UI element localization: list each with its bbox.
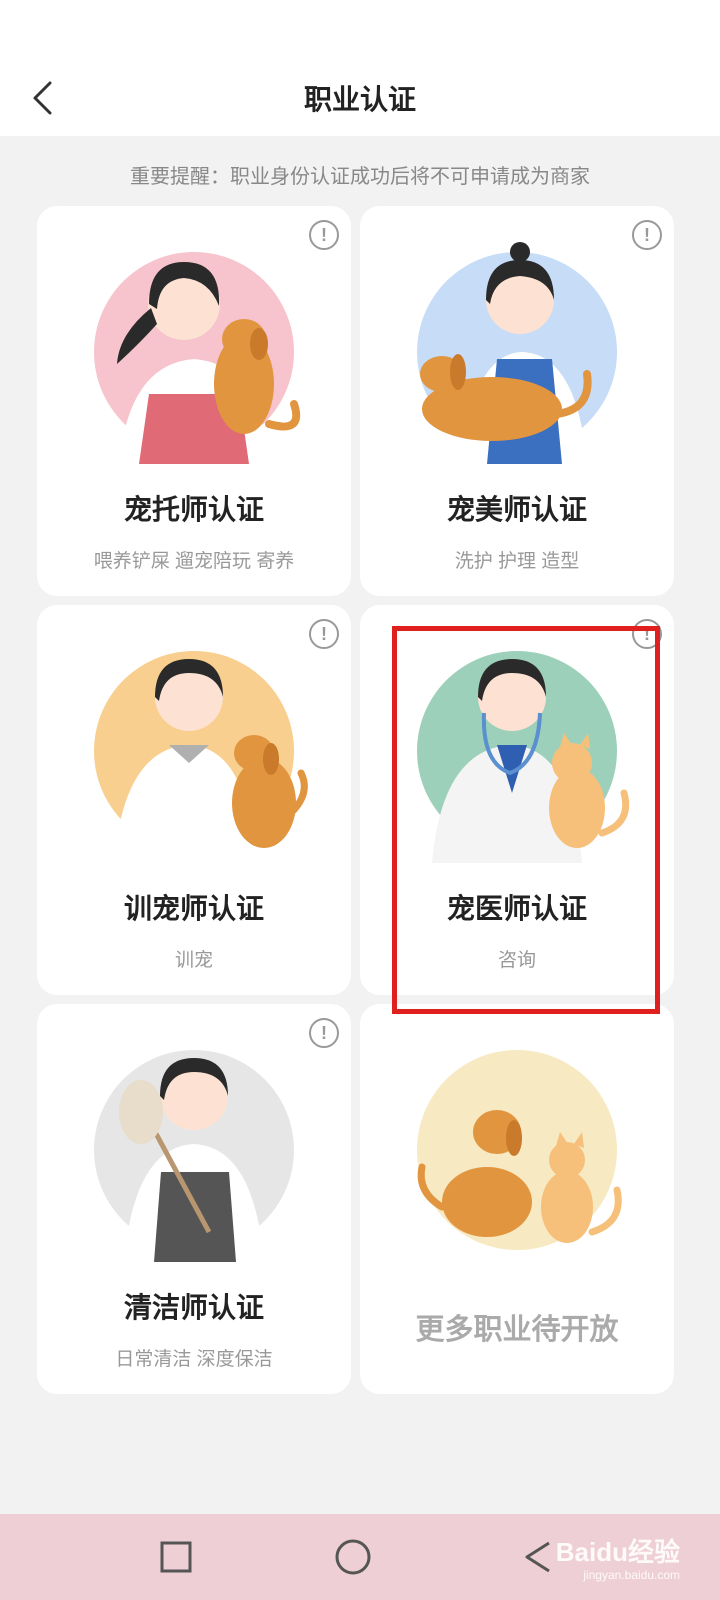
card-title: 宠托师认证 — [123, 494, 264, 525]
vet-illustration — [417, 651, 630, 863]
page-title: 职业认证 — [303, 84, 416, 115]
info-icon[interactable]: ! — [309, 220, 339, 250]
info-icon[interactable]: ! — [632, 220, 662, 250]
system-back-button[interactable] — [515, 1534, 561, 1580]
card-subtitle: 日常清洁 深度保洁 — [115, 1349, 273, 1370]
card-trainer[interactable]: ! 训宠师认证 训宠 — [37, 605, 351, 995]
card-more-coming: 更多职业待开放 — [360, 1004, 674, 1394]
cleaner-illustration — [94, 1050, 294, 1262]
groomer-illustration — [417, 242, 617, 464]
card-title: 宠美师认证 — [446, 494, 587, 525]
top-bar: 职业认证 — [0, 0, 720, 136]
trainer-illustration — [94, 651, 308, 863]
home-button[interactable] — [330, 1534, 376, 1580]
card-title: 训宠师认证 — [123, 893, 264, 924]
watermark-url: jingyan.baidu.com — [583, 1568, 680, 1582]
card-pet-sitter[interactable]: ! 宠托师认证 喂养铲屎 遛宠陪玩 寄养 — [37, 206, 351, 596]
info-icon[interactable]: ! — [632, 619, 662, 649]
info-icon[interactable]: ! — [309, 619, 339, 649]
system-nav-bar: Baidu经验 jingyan.baidu.com — [0, 1514, 720, 1600]
card-groomer[interactable]: ! 宠美师认证 洗护 护理 造型 — [360, 206, 674, 596]
card-subtitle: 洗护 护理 造型 — [454, 551, 580, 572]
card-title: 宠医师认证 — [446, 893, 587, 924]
pet-sitter-illustration — [94, 252, 301, 464]
watermark-text: Baidu经验 — [555, 1537, 680, 1567]
dog-and-cat-illustration — [417, 1050, 622, 1250]
notice-text: 重要提醒：职业身份认证成功后将不可申请成为商家 — [130, 166, 590, 188]
card-subtitle: 咨询 — [497, 950, 536, 971]
circle-icon — [335, 1539, 371, 1575]
card-title: 更多职业待开放 — [415, 1314, 619, 1346]
info-icon[interactable]: ! — [309, 1018, 339, 1048]
recent-apps-button[interactable] — [153, 1534, 199, 1580]
card-subtitle: 喂养铲屎 遛宠陪玩 寄养 — [93, 551, 295, 572]
card-vet[interactable]: ! 宠医师认证 咨询 — [360, 605, 674, 995]
card-subtitle: 训宠 — [174, 950, 213, 971]
square-icon — [160, 1541, 192, 1573]
triangle-left-icon — [525, 1541, 550, 1573]
card-title: 清洁师认证 — [123, 1292, 264, 1323]
card-cleaner[interactable]: ! 清洁师认证 日常清洁 深度保洁 — [37, 1004, 351, 1394]
